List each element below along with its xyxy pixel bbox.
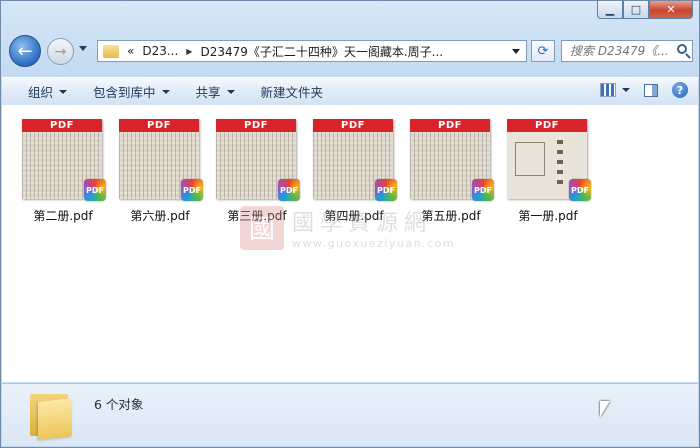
file-name: 第五册.pdf — [421, 209, 481, 223]
pdf-app-icon: PDF — [472, 179, 494, 201]
search-input[interactable] — [568, 43, 680, 59]
refresh-icon: ⟳ — [537, 43, 549, 59]
chevron-down-icon — [226, 89, 235, 94]
pdf-app-icon: PDF — [181, 179, 203, 201]
organize-menu[interactable]: 组织 — [28, 82, 68, 101]
folder-icon — [30, 390, 72, 440]
file-item[interactable]: PDF PDF 第五册.pdf — [408, 119, 494, 223]
object-count: 6 个对象 — [94, 397, 144, 412]
help-icon[interactable]: ? — [672, 82, 688, 98]
pdf-banner: PDF — [22, 119, 102, 132]
preview-pane-icon[interactable] — [644, 83, 658, 97]
pdf-banner: PDF — [507, 119, 587, 132]
search-icon[interactable] — [677, 44, 687, 54]
pdf-banner: PDF — [410, 119, 490, 132]
command-bar: 组织 包含到库中 共享 新建文件夹 ? — [2, 77, 698, 106]
chevron-down-icon — [59, 89, 68, 94]
view-options-dropdown[interactable] — [622, 88, 630, 92]
file-list: PDF PDF 第二册.pdf PDF PDF 第六册.pdf PDF PDF 第三册.pdf P… — [2, 105, 698, 382]
pdf-app-icon: PDF — [278, 179, 300, 201]
mouse-cursor-icon — [600, 401, 610, 417]
forward-arrow-icon: → — [54, 43, 67, 60]
refresh-button[interactable]: ⟳ — [531, 40, 555, 62]
breadcrumb-overflow[interactable]: « — [127, 44, 134, 58]
close-button[interactable]: ✕ — [649, 1, 693, 19]
navigation-bar: ← → « D23... ▶ D23479《子汇二十四种》天一阁藏本.周子...… — [9, 35, 693, 69]
back-button[interactable]: ← — [9, 35, 41, 67]
file-item[interactable]: PDF PDF 第三册.pdf — [214, 119, 300, 223]
pdf-banner: PDF — [216, 119, 296, 132]
change-view-icon[interactable] — [600, 83, 616, 97]
recent-pages-dropdown[interactable] — [79, 46, 87, 51]
file-name: 第四册.pdf — [324, 209, 384, 223]
maximize-button[interactable]: □ — [623, 1, 649, 19]
pdf-app-icon: PDF — [84, 179, 106, 201]
search-box[interactable] — [561, 40, 693, 62]
organize-label: 组织 — [28, 85, 54, 100]
pdf-banner: PDF — [313, 119, 393, 132]
share-menu[interactable]: 共享 — [196, 82, 235, 101]
file-item[interactable]: PDF PDF 第二册.pdf — [20, 119, 106, 223]
caption-buttons: ▁ □ ✕ — [597, 1, 693, 19]
address-bar[interactable]: « D23... ▶ D23479《子汇二十四种》天一阁藏本.周子... — [97, 40, 527, 62]
chevron-down-icon — [161, 89, 170, 94]
file-item[interactable]: PDF PDF 第六册.pdf — [117, 119, 203, 223]
pdf-banner: PDF — [119, 119, 199, 132]
minimize-button[interactable]: ▁ — [597, 1, 623, 19]
breadcrumb-current[interactable]: D23479《子汇二十四种》天一阁藏本.周子... — [200, 43, 443, 60]
view-controls: ? — [600, 82, 688, 98]
forward-button[interactable]: → — [47, 38, 74, 65]
watermark-url: www.guoxueziyuan.com — [292, 237, 456, 250]
pdf-app-icon: PDF — [375, 179, 397, 201]
new-folder-label: 新建文件夹 — [260, 85, 324, 100]
explorer-window: ▁ □ ✕ ← → « D23... ▶ D23479《子汇二十四种》天一阁藏本… — [0, 0, 700, 448]
address-dropdown-icon[interactable] — [512, 49, 520, 54]
file-item[interactable]: PDF PDF 第四册.pdf — [311, 119, 397, 223]
file-item[interactable]: PDF PDF 第一册.pdf — [505, 119, 591, 223]
share-label: 共享 — [195, 85, 221, 100]
back-arrow-icon: ← — [17, 40, 33, 62]
include-library-menu[interactable]: 包含到库中 — [93, 82, 170, 101]
file-name: 第六册.pdf — [130, 209, 190, 223]
breadcrumb-separator-icon[interactable]: ▶ — [186, 47, 192, 56]
details-pane: 6 个对象 — [2, 383, 698, 446]
file-name: 第一册.pdf — [518, 209, 578, 223]
include-library-label: 包含到库中 — [93, 85, 156, 100]
file-name: 第三册.pdf — [227, 209, 287, 223]
folder-icon — [103, 44, 119, 58]
breadcrumb-root[interactable]: D23... — [142, 44, 178, 58]
new-folder-button[interactable]: 新建文件夹 — [261, 82, 324, 101]
pdf-app-icon: PDF — [569, 179, 591, 201]
file-name: 第二册.pdf — [33, 209, 93, 223]
